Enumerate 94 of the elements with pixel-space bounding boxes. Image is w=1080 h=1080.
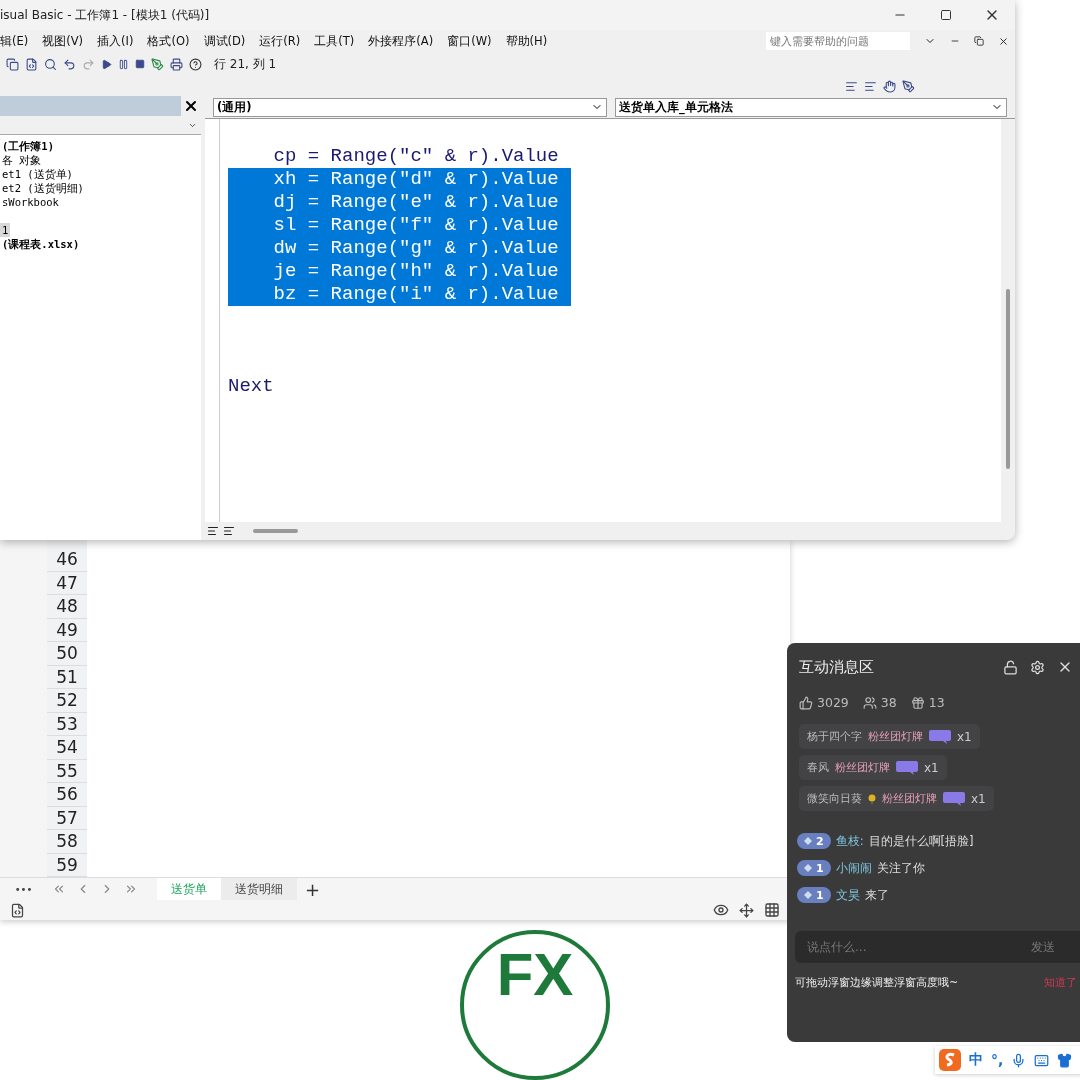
row-number[interactable]: 56 xyxy=(47,783,87,807)
gift-name: 粉丝团灯牌 xyxy=(882,791,937,806)
fan-badge-icon xyxy=(943,791,965,806)
panel-title: 互动消息区 xyxy=(799,657,875,677)
stat-count: 13 xyxy=(928,695,945,710)
project-tree-item[interactable]: 1 xyxy=(0,223,11,237)
sheet-tab[interactable]: 送货明细 xyxy=(221,878,297,900)
menu-item[interactable]: 运行(R) xyxy=(259,33,301,49)
stop-icon[interactable] xyxy=(135,59,145,69)
menu-item[interactable]: 窗口(W) xyxy=(447,33,492,49)
menu-item[interactable]: 帮助(H) xyxy=(505,33,548,49)
row-number[interactable]: 46 xyxy=(47,548,87,572)
pause-icon[interactable] xyxy=(118,58,129,70)
row-number[interactable]: 48 xyxy=(47,595,87,619)
project-tree-item[interactable]: 各 对象 xyxy=(0,153,44,167)
users-icon xyxy=(862,695,877,710)
gift-count: x1 xyxy=(924,760,939,775)
row-number[interactable]: 51 xyxy=(47,665,87,689)
keyboard-icon[interactable] xyxy=(1034,1052,1050,1068)
run-icon[interactable] xyxy=(101,58,112,70)
logo: FX xyxy=(460,930,610,1080)
menu-item[interactable]: 格式(O) xyxy=(147,33,190,49)
settings-icon[interactable] xyxy=(1030,659,1045,675)
user-name: 鱼枝: xyxy=(835,833,864,849)
chat-message: 目的是什么啊[捂脸] xyxy=(868,833,974,849)
row-number[interactable]: 54 xyxy=(47,736,87,760)
gift-count: x1 xyxy=(971,791,986,806)
project-tree-item[interactable]: et2 (送货明细) xyxy=(0,181,86,195)
gift-name: 粉丝团灯牌 xyxy=(868,729,923,744)
row-number[interactable]: 55 xyxy=(47,759,87,783)
stat-count: 38 xyxy=(880,695,897,710)
window-title: isual Basic - 工作簿1 - [模块1 (代码)] xyxy=(0,6,211,24)
project-tree-item[interactable]: (工作簿1) xyxy=(0,139,56,153)
undo-icon[interactable] xyxy=(63,57,76,71)
shirt-icon[interactable] xyxy=(1057,1052,1073,1068)
user-name: 文昊 xyxy=(835,887,860,903)
code-line: cp = Range("c" & r).Value xyxy=(272,145,559,168)
menu-item[interactable]: 工具(T) xyxy=(314,33,355,49)
stat-count: 3029 xyxy=(817,695,849,710)
fan-badge-icon xyxy=(896,760,918,775)
menu-item[interactable]: 外接程序(A) xyxy=(368,33,434,49)
menu-item[interactable]: 插入(I) xyxy=(97,33,134,49)
close-icon[interactable] xyxy=(998,35,1009,47)
menu-item[interactable]: 视图(V) xyxy=(42,33,84,49)
lock-icon[interactable] xyxy=(1003,659,1018,675)
help-icon[interactable] xyxy=(189,57,202,71)
ime-logo-icon xyxy=(939,1049,961,1071)
project-tree-item[interactable]: (课程表.xlsx) xyxy=(0,237,82,251)
search-icon[interactable] xyxy=(44,57,57,71)
punctuation-mode[interactable]: °, xyxy=(991,1052,1004,1068)
object-dropdown[interactable]: (通用) xyxy=(213,97,607,117)
fan-level-badge: 1 xyxy=(797,887,831,903)
cursor-position: 行 21, 列 1 xyxy=(214,55,277,73)
chat-message: 来了 xyxy=(864,887,889,903)
fan-level-badge: 2 xyxy=(797,833,831,849)
project-tree-item[interactable]: sWorkbook xyxy=(0,195,61,209)
help-search-field[interactable]: 键入需要帮助的问题 xyxy=(766,32,910,50)
project-tree-item[interactable]: et1 (送货单) xyxy=(0,167,75,181)
menu-item[interactable]: 调试(D) xyxy=(203,33,246,49)
code-line: Next xyxy=(228,375,274,398)
gift-name: 粉丝团灯牌 xyxy=(835,760,890,775)
thumbs-up-icon xyxy=(799,695,813,710)
restore-icon[interactable] xyxy=(974,36,984,46)
scrollbar-thumb[interactable] xyxy=(1006,289,1010,469)
user-name: 春风 xyxy=(807,760,829,775)
add-sheet-button[interactable]: + xyxy=(297,878,329,900)
input-mode[interactable]: 中 xyxy=(969,1051,983,1069)
row-number[interactable]: 49 xyxy=(47,618,87,642)
user-name: 微笑向日葵 xyxy=(807,791,862,806)
move-icon[interactable] xyxy=(739,902,754,918)
sunflower-icon xyxy=(868,793,876,804)
tip-text: 可拖动浮窗边缘调整浮窗高度哦~ xyxy=(795,975,959,990)
hand-icon[interactable] xyxy=(883,79,896,93)
scrollbar-thumb[interactable] xyxy=(253,529,298,533)
row-number[interactable]: 47 xyxy=(47,571,87,595)
copy-icon[interactable] xyxy=(6,57,19,71)
fan-level-badge: 1 xyxy=(797,860,831,876)
menu-item[interactable]: 辑(E) xyxy=(0,33,29,49)
eye-icon[interactable] xyxy=(713,902,729,918)
procedure-dropdown[interactable]: 送货单入库_单元格法 xyxy=(615,97,1007,117)
user-name: 小闹闹 xyxy=(835,860,872,876)
row-number[interactable]: 50 xyxy=(47,642,87,666)
gift-icon xyxy=(910,695,925,710)
row-number[interactable]: 57 xyxy=(47,806,87,830)
gift-count: x1 xyxy=(957,729,972,744)
row-number[interactable]: 58 xyxy=(47,830,87,854)
chat-message: 关注了你 xyxy=(876,860,925,876)
row-number[interactable]: 53 xyxy=(47,712,87,736)
user-name: 杨于四个字 xyxy=(807,729,862,744)
grid-icon[interactable] xyxy=(764,902,780,918)
row-number[interactable]: 52 xyxy=(47,689,87,713)
fan-badge-icon xyxy=(929,729,951,744)
more-menu[interactable]: ••• xyxy=(0,883,47,895)
microphone-icon[interactable] xyxy=(1011,1052,1027,1068)
